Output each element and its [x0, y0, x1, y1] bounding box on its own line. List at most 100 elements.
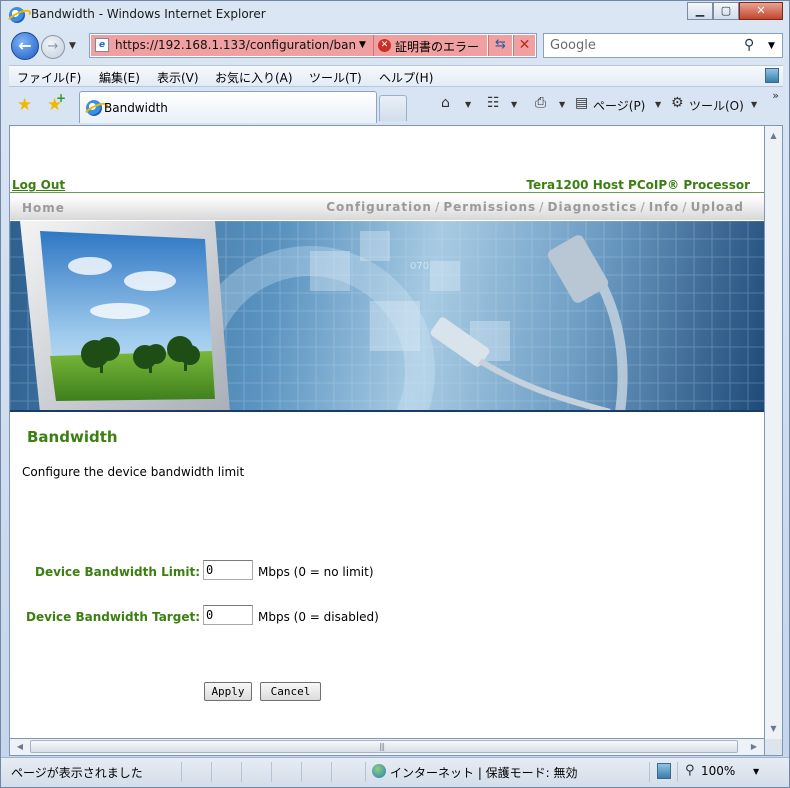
minimize-button[interactable]: ▁	[687, 2, 713, 20]
favorites-center-icon[interactable]: ★	[17, 95, 32, 115]
page-icon: ▤	[575, 95, 589, 111]
tools-menu-button[interactable]: ツール(O)	[689, 97, 744, 114]
status-divider	[331, 762, 332, 782]
scroll-right-arrow[interactable]: ▶	[746, 739, 762, 755]
tab-bandwidth[interactable]: Bandwidth	[79, 91, 377, 123]
page-description: Configure the device bandwidth limit	[22, 465, 245, 479]
feeds-icon[interactable]: ☷	[487, 95, 500, 111]
internet-zone-icon	[372, 764, 386, 778]
home-dropdown[interactable]: ▼	[465, 100, 471, 109]
bandwidth-limit-label: Device Bandwidth Limit:	[35, 565, 200, 579]
menu-edit[interactable]: 編集(E)	[99, 69, 140, 86]
window-title: Bandwidth - Windows Internet Explorer	[31, 7, 266, 21]
bandwidth-target-input[interactable]	[203, 605, 253, 625]
tab-page-icon	[86, 100, 102, 116]
menu-bar: ファイル(F) 編集(E) 表示(V) お気に入り(A) ツール(T) ヘルプ(…	[9, 65, 783, 87]
cert-error-icon: ✕	[378, 39, 391, 52]
tab-title: Bandwidth	[104, 101, 168, 115]
refresh-button[interactable]: ⇆	[488, 35, 512, 56]
menu-favorites[interactable]: お気に入り(A)	[215, 69, 293, 86]
messenger-icon[interactable]	[765, 68, 779, 83]
toolbar-overflow-chevron[interactable]: »	[772, 89, 779, 102]
certificate-error-button[interactable]: ✕ 証明書のエラー	[373, 35, 487, 56]
status-text: ページが表示されました	[11, 766, 143, 780]
logout-link[interactable]: Log Out	[12, 178, 65, 192]
nav-separator: /	[640, 200, 646, 214]
recent-pages-dropdown[interactable]: ▼	[69, 41, 76, 51]
zoom-dropdown[interactable]: ▼	[753, 767, 759, 776]
status-divider	[649, 762, 650, 782]
search-box[interactable]: Google ⚲ ▼	[543, 33, 783, 58]
menu-view[interactable]: 表示(V)	[157, 69, 199, 86]
product-name: Tera1200 Host PCoIP® Processor	[526, 178, 750, 192]
forward-button[interactable]: →	[41, 35, 65, 59]
banner-bottom-edge	[10, 410, 764, 412]
search-icon[interactable]: ⚲	[744, 37, 754, 53]
horizontal-scrollbar[interactable]: ◀ ||| ▶	[9, 739, 765, 756]
gear-icon: ⚙	[671, 95, 684, 111]
nav-diagnostics[interactable]: Diagnostics	[548, 200, 638, 214]
cancel-button[interactable]: Cancel	[260, 682, 321, 701]
status-bar: ページが表示されました インターネット | 保護モード: 無効 ⚲ 100% ▼	[1, 757, 789, 787]
close-button[interactable]: ✕	[739, 2, 783, 20]
bandwidth-limit-input[interactable]	[203, 560, 253, 580]
menu-help[interactable]: ヘルプ(H)	[379, 69, 433, 86]
print-icon[interactable]: ⎙	[535, 95, 546, 111]
nav-home[interactable]: Home	[22, 201, 65, 215]
status-divider	[301, 762, 302, 782]
menu-file[interactable]: ファイル(F)	[17, 69, 81, 86]
popup-blocker-icon[interactable]	[657, 763, 671, 779]
zoom-icon: ⚲	[685, 763, 695, 778]
stop-button[interactable]: ✕	[513, 35, 535, 56]
status-divider	[211, 762, 212, 782]
search-options-dropdown[interactable]: ▼	[768, 41, 775, 51]
nav-info[interactable]: Info	[649, 200, 679, 214]
horizontal-scroll-thumb[interactable]: |||	[30, 740, 738, 753]
vertical-scrollbar[interactable]: ▲ ▼	[765, 125, 783, 739]
tab-bar: ★ ★ Bandwidth ⌂ ▼ ☷ ▼ ⎙ ▼ ▤ ページ(P) ▼ ⚙ ツ…	[9, 89, 783, 125]
address-bar[interactable]: e https://192.168.1.133/configuration/ba…	[89, 33, 537, 58]
scroll-left-arrow[interactable]: ◀	[12, 739, 28, 755]
status-divider	[241, 762, 242, 782]
feeds-dropdown[interactable]: ▼	[511, 100, 517, 109]
search-input[interactable]: Google	[550, 38, 596, 53]
bandwidth-target-label: Device Bandwidth Target:	[25, 610, 200, 624]
maximize-button[interactable]: ▢	[713, 2, 739, 20]
scroll-down-arrow[interactable]: ▼	[765, 721, 782, 737]
print-dropdown[interactable]: ▼	[559, 100, 565, 109]
status-divider	[365, 762, 366, 782]
page-menu-dropdown[interactable]: ▼	[655, 100, 661, 109]
security-zone[interactable]: インターネット | 保護モード: 無効	[390, 764, 578, 781]
title-bar: Bandwidth - Windows Internet Explorer ▁ …	[1, 1, 789, 29]
banner-number: 070	[410, 261, 429, 272]
status-divider	[271, 762, 272, 782]
bandwidth-target-row: Device Bandwidth Target: Mbps (0 = disab…	[10, 605, 510, 629]
page-menu-button[interactable]: ページ(P)	[593, 97, 645, 114]
scroll-corner	[765, 739, 783, 756]
scroll-up-arrow[interactable]: ▲	[765, 128, 782, 144]
tools-menu-dropdown[interactable]: ▼	[751, 100, 757, 109]
zoom-level[interactable]: 100%	[701, 764, 735, 778]
cert-error-label: 証明書のエラー	[395, 40, 480, 54]
nav-configuration[interactable]: Configuration	[326, 200, 432, 214]
back-button[interactable]: ←	[11, 32, 39, 60]
site-nav: Home Configuration / Permissions / Diagnosti…	[10, 196, 764, 220]
address-input[interactable]: https://192.168.1.133/configuration/banc	[115, 38, 355, 52]
nav-upload[interactable]: Upload	[691, 200, 744, 214]
menu-tools[interactable]: ツール(T)	[309, 69, 362, 86]
banner-illustration: 070	[10, 221, 764, 412]
status-divider	[181, 762, 182, 782]
home-icon[interactable]: ⌂	[441, 95, 450, 111]
new-tab-button[interactable]	[379, 95, 407, 121]
address-url-area[interactable]: e https://192.168.1.133/configuration/ba…	[91, 35, 373, 56]
header-divider	[10, 192, 764, 193]
add-favorite-icon[interactable]: ★	[47, 91, 66, 115]
apply-button[interactable]: Apply	[204, 682, 252, 701]
ie-logo-icon	[9, 7, 25, 23]
window-controls: ▁ ▢ ✕	[687, 2, 783, 20]
bandwidth-target-unit: Mbps (0 = disabled)	[258, 610, 379, 624]
address-row: ← → ▼ e https://192.168.1.133/configurat…	[1, 29, 789, 63]
status-divider	[677, 762, 678, 782]
nav-permissions[interactable]: Permissions	[443, 200, 536, 214]
address-dropdown[interactable]: ▼	[359, 40, 366, 50]
